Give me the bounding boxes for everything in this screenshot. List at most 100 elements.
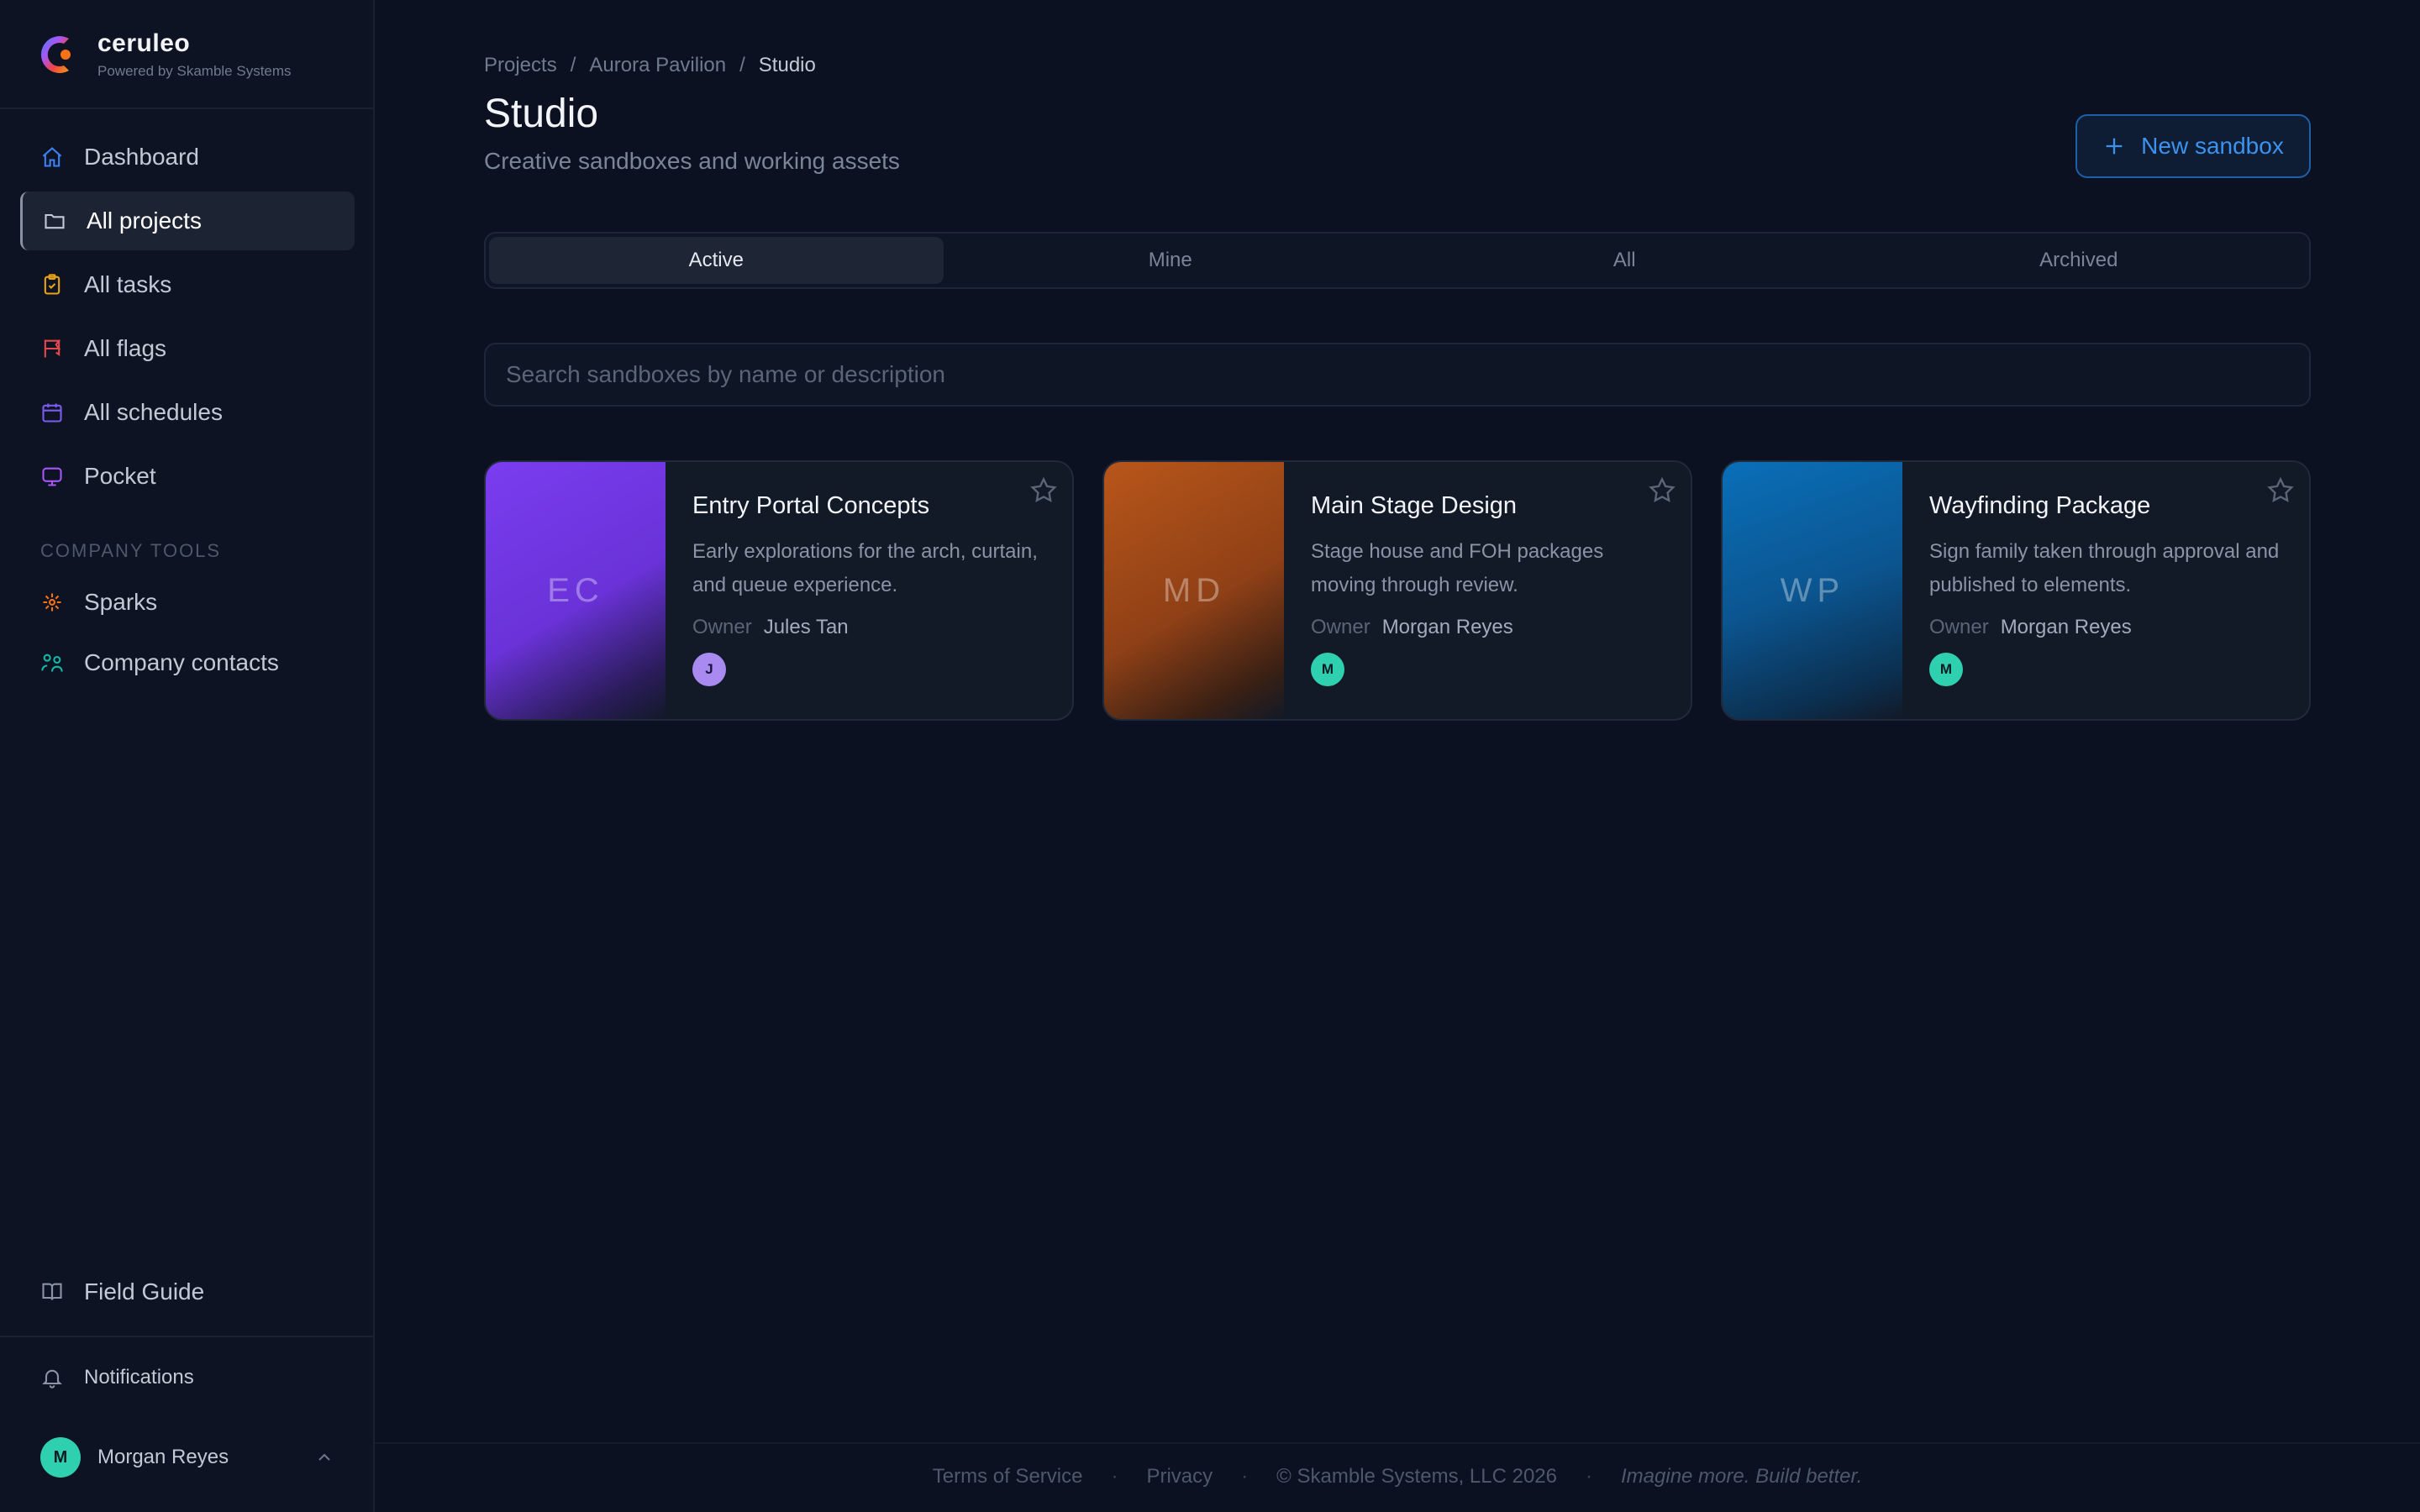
- book-open-icon: [40, 1280, 64, 1304]
- sidebar-item-label: All tasks: [84, 271, 172, 297]
- sidebar-nav: Dashboard All projects All tasks All fla…: [20, 128, 355, 511]
- section-label-company-tools: COMPANY TOOLS: [40, 540, 222, 561]
- search-input[interactable]: [484, 343, 2311, 407]
- app-name: ceruleo: [97, 29, 191, 57]
- user-menu[interactable]: M Morgan Reyes: [40, 1436, 334, 1478]
- footer-separator: ·: [1586, 1465, 1592, 1488]
- breadcrumb-studio: Studio: [758, 54, 816, 76]
- card-owner: Owner Morgan Reyes: [1929, 616, 2282, 639]
- folder-icon: [43, 209, 66, 233]
- owner-name: Morgan Reyes: [1381, 616, 1513, 638]
- star-icon[interactable]: [1028, 475, 1059, 506]
- terms-link[interactable]: Terms of Service: [933, 1465, 1083, 1488]
- card-body: Main Stage Design Stage house and FOH pa…: [1284, 462, 1691, 719]
- new-sandbox-label: New sandbox: [2141, 133, 2284, 159]
- flag-icon: [40, 337, 64, 360]
- sidebar-item-notifications[interactable]: Notifications: [20, 1348, 355, 1407]
- breadcrumb-projects[interactable]: Projects: [484, 54, 557, 77]
- tab-mine[interactable]: Mine: [944, 237, 1398, 284]
- contacts-icon: [40, 651, 64, 675]
- breadcrumb-separator: /: [570, 54, 576, 76]
- filter-tabs: Active Mine All Archived: [484, 232, 2311, 289]
- page-title: Studio: [484, 92, 599, 136]
- sidebar-item-all-schedules[interactable]: All schedules: [20, 383, 355, 442]
- sidebar-item-label: All schedules: [84, 399, 223, 425]
- sidebar-item-label: Sparks: [84, 589, 158, 615]
- footer-divider: [375, 1442, 2420, 1444]
- sidebar-item-label: All projects: [87, 207, 202, 234]
- page-subtitle: Creative sandboxes and working assets: [484, 148, 900, 174]
- avatar: M: [40, 1437, 81, 1478]
- privacy-link[interactable]: Privacy: [1146, 1465, 1213, 1488]
- card-description: Sign family taken through approval and p…: [1929, 540, 2280, 596]
- clipboard-check-icon: [40, 273, 64, 297]
- sidebar-item-company-contacts[interactable]: Company contacts: [20, 633, 355, 692]
- sidebar-item-all-tasks[interactable]: All tasks: [20, 255, 355, 314]
- footer-separator: ·: [1111, 1465, 1118, 1488]
- card-title: Main Stage Design: [1311, 492, 1518, 519]
- card-title: Wayfinding Package: [1929, 492, 2151, 519]
- card-thumbnail: MD: [1104, 462, 1284, 719]
- sidebar-item-label: Field Guide: [84, 1278, 205, 1305]
- avatar: M: [1929, 653, 1963, 686]
- sidebar-item-label: Company contacts: [84, 649, 279, 675]
- bell-icon: [40, 1366, 64, 1389]
- sidebar-item-label: Notifications: [84, 1366, 194, 1389]
- calendar-icon: [40, 401, 64, 424]
- card-owner: Owner Morgan Reyes: [1311, 616, 1664, 639]
- avatar: J: [692, 653, 726, 686]
- sidebar-item-field-guide[interactable]: Field Guide: [20, 1263, 355, 1321]
- sandbox-card-entry-portal-concepts[interactable]: EC Entry Portal Concepts Early explorati…: [484, 460, 1074, 721]
- sparkle-icon: [40, 591, 64, 614]
- card-owner: Owner Jules Tan: [692, 616, 1045, 639]
- sidebar-item-label: All flags: [84, 335, 167, 361]
- sidebar-item-sparks[interactable]: Sparks: [20, 573, 355, 632]
- card-description: Stage house and FOH packages moving thro…: [1311, 540, 1604, 596]
- owner-label: Owner: [1311, 616, 1370, 638]
- copyright: © Skamble Systems, LLC 2026: [1276, 1465, 1557, 1488]
- owner-label: Owner: [692, 616, 752, 638]
- sandbox-cards: EC Entry Portal Concepts Early explorati…: [484, 460, 2311, 721]
- card-title: Entry Portal Concepts: [692, 492, 930, 519]
- sidebar-item-dashboard[interactable]: Dashboard: [20, 128, 355, 186]
- sidebar-item-all-flags[interactable]: All flags: [20, 319, 355, 378]
- field-guide: Field Guide: [20, 1263, 355, 1326]
- divider: [0, 108, 373, 109]
- tab-active[interactable]: Active: [489, 237, 944, 284]
- card-body: Wayfinding Package Sign family taken thr…: [1902, 462, 2309, 719]
- sandbox-card-main-stage-design[interactable]: MD Main Stage Design Stage house and FOH…: [1102, 460, 1692, 721]
- breadcrumb: Projects / Aurora Pavilion / Studio: [484, 54, 816, 77]
- card-body: Entry Portal Concepts Early explorations…: [666, 462, 1072, 719]
- card-thumbnail: EC: [486, 462, 666, 719]
- sidebar-item-pocket[interactable]: Pocket: [20, 447, 355, 506]
- card-thumbnail: WP: [1723, 462, 1902, 719]
- home-icon: [40, 145, 64, 169]
- divider: [0, 1336, 373, 1337]
- owner-name: Morgan Reyes: [2000, 616, 2132, 638]
- footer: Terms of Service · Privacy · © Skamble S…: [375, 1465, 2420, 1488]
- star-icon[interactable]: [2265, 475, 2296, 506]
- card-description: Early explorations for the arch, curtain…: [692, 540, 1038, 596]
- powered-by: Powered by Skamble Systems: [97, 63, 292, 79]
- pocket-icon: [40, 465, 64, 488]
- ceruleo-logo-icon: [40, 36, 71, 74]
- star-icon[interactable]: [1647, 475, 1677, 506]
- main-content: Projects / Aurora Pavilion / Studio Stud…: [375, 0, 2420, 1512]
- chevron-up-icon: [318, 1453, 330, 1461]
- owner-label: Owner: [1929, 616, 1989, 638]
- tab-all[interactable]: All: [1397, 237, 1852, 284]
- brand[interactable]: ceruleo Powered by Skamble Systems: [32, 25, 292, 84]
- avatar: M: [1311, 653, 1344, 686]
- plus-icon: [2106, 138, 2123, 155]
- sandbox-card-wayfinding-package[interactable]: WP Wayfinding Package Sign family taken …: [1721, 460, 2311, 721]
- new-sandbox-button[interactable]: New sandbox: [2075, 114, 2311, 178]
- sidebar-item-label: Dashboard: [84, 144, 199, 170]
- sidebar: ceruleo Powered by Skamble Systems Dashb…: [0, 0, 375, 1512]
- breadcrumb-aurora-pavilion[interactable]: Aurora Pavilion: [589, 54, 726, 77]
- user-name: Morgan Reyes: [97, 1446, 229, 1468]
- breadcrumb-separator: /: [739, 54, 745, 76]
- tab-archived[interactable]: Archived: [1852, 237, 2307, 284]
- notifications-area: Notifications: [20, 1348, 355, 1412]
- sidebar-item-all-projects[interactable]: All projects: [20, 192, 355, 250]
- footer-separator: ·: [1241, 1465, 1249, 1488]
